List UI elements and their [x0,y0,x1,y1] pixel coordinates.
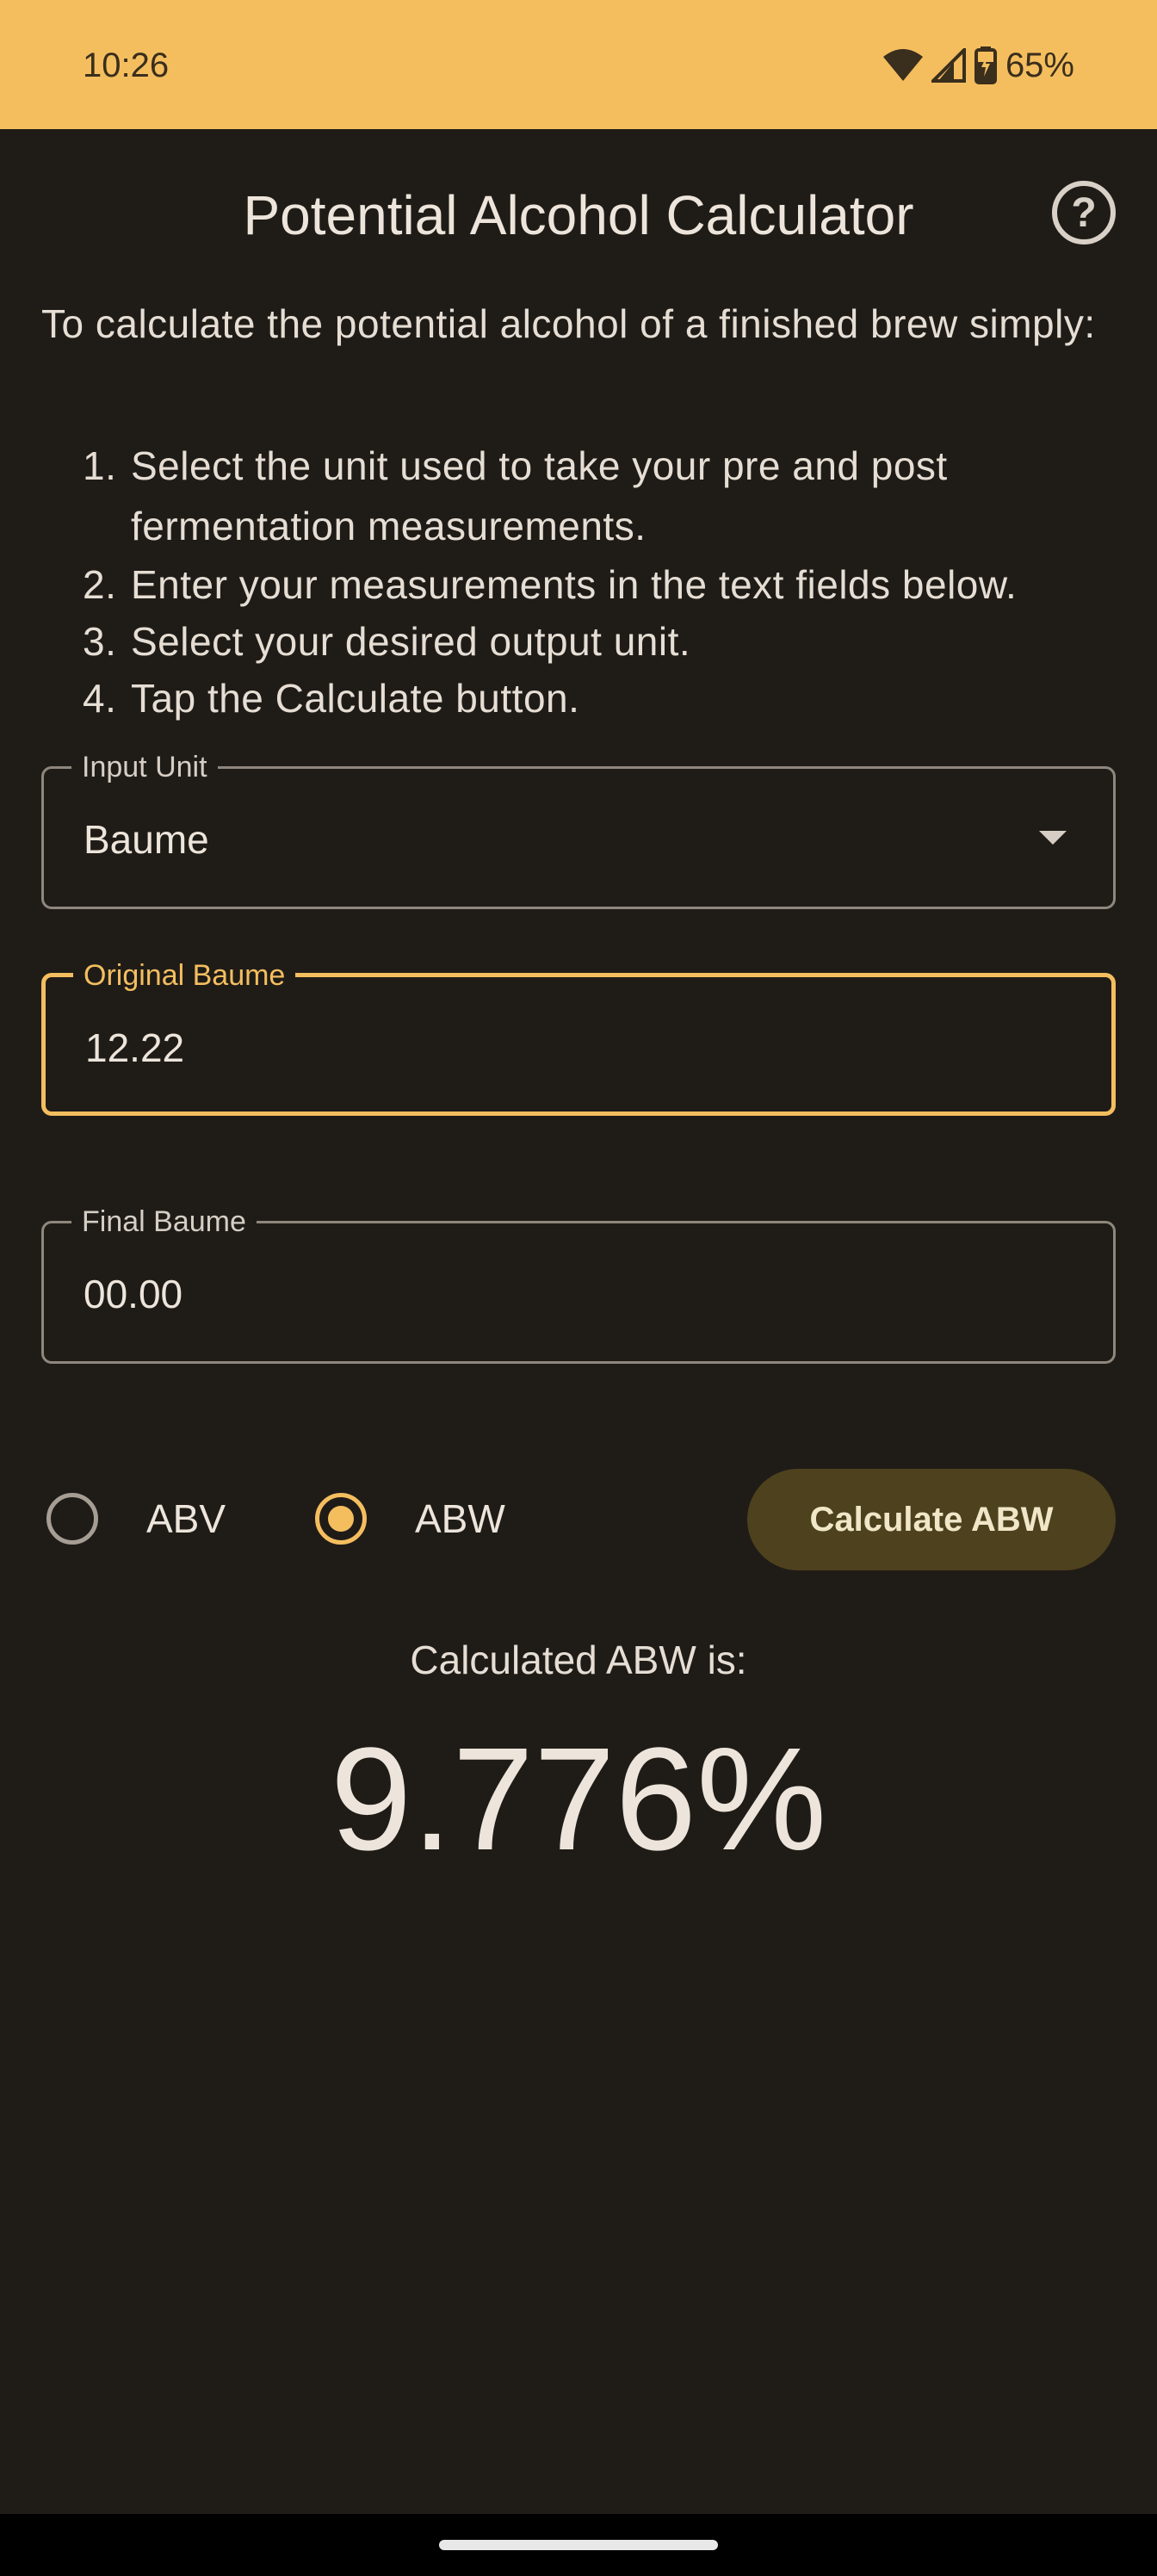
result-label: Calculated ABW is: [410,1638,747,1682]
step-text: Tap the Calculate button. [131,676,580,721]
step-text: Select the unit used to take your pre an… [131,443,948,548]
abw-radio-label[interactable]: ABW [415,1495,505,1543]
list-item: 2. Enter your measurements in the text f… [83,556,1133,613]
status-time: 10:26 [83,46,170,84]
step-text: Select your desired output unit. [131,619,691,664]
original-baume-field[interactable]: Original Baume 12.22 [41,958,1116,1116]
abv-radio-label[interactable]: ABV [146,1495,226,1543]
final-baume-field[interactable]: Final Baume 00.00 [41,1204,1116,1364]
step-number: 2. [83,562,117,607]
help-icon[interactable]: ? [1052,181,1116,245]
wifi-icon [882,49,923,81]
original-baume-value[interactable]: 12.22 [85,1024,184,1072]
calculate-button[interactable]: Calculate ABW [747,1469,1116,1570]
input-unit-dropdown[interactable]: Input Unit Baume [41,750,1116,909]
step-number: 3. [83,619,117,664]
list-item: 1. Select the unit used to take your pre… [83,436,1133,556]
battery-charging-icon [974,46,997,84]
status-bar: 10:26 65% [0,0,1157,129]
step-text: Enter your measurements in the text fiel… [131,562,1018,607]
navigation-bar [0,2514,1157,2576]
intro-text: To calculate the potential alcohol of a … [41,301,1096,346]
status-icons: 65% [882,43,1074,88]
list-item: 4. Tap the Calculate button. [83,670,1133,727]
result-value: 9.776% [330,1718,827,1881]
input-unit-label: Input Unit [71,750,218,784]
page-title: Potential Alcohol Calculator [243,184,914,246]
list-item: 3. Select your desired output unit. [83,613,1133,670]
home-gesture-handle[interactable] [439,2540,718,2550]
instructions-list: 1. Select the unit used to take your pre… [83,436,1133,727]
original-baume-label: Original Baume [73,958,296,993]
abv-radio[interactable] [46,1493,98,1545]
step-number: 1. [83,443,117,488]
step-number: 4. [83,676,117,721]
final-baume-label: Final Baume [71,1204,257,1239]
battery-percent: 65% [1005,46,1074,84]
cell-signal-icon [931,48,966,83]
abw-radio[interactable] [315,1493,367,1545]
dropdown-arrow-icon[interactable] [1039,831,1067,845]
input-unit-value: Baume [84,817,209,862]
final-baume-value[interactable]: 00.00 [84,1270,183,1318]
